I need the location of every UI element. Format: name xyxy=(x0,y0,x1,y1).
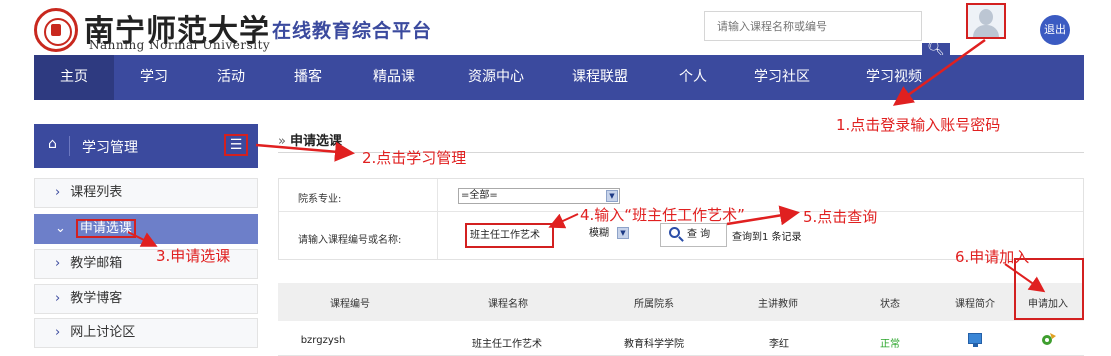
nav-item-resources[interactable]: 资源中心 xyxy=(446,55,546,100)
sidebar-title[interactable]: 学习管理 xyxy=(82,137,138,157)
sidebar-header: ⌂ 学习管理 ☰ xyxy=(34,124,258,168)
nav-item-home[interactable]: 主页 xyxy=(34,55,114,100)
sidebar-item-label: 课程列表 xyxy=(70,185,123,200)
chevron-right-icon: › xyxy=(55,256,61,271)
annotation-step4: 4.输入“班主任工作艺术” xyxy=(580,206,745,224)
annotation-step1: 1.点击登录输入账号密码 xyxy=(836,116,1001,134)
column-header: 课程编号 xyxy=(330,299,370,310)
menu-list-icon[interactable]: ☰ xyxy=(224,134,248,156)
university-name-en: Nanning Normal University xyxy=(89,38,271,52)
sidebar-item-forum[interactable]: › 网上讨论区 xyxy=(34,318,258,348)
join-course-icon[interactable] xyxy=(1041,331,1057,347)
course-search-box xyxy=(704,11,922,41)
dept-label: 院系专业: xyxy=(298,194,342,205)
chevron-down-icon: ⌄ xyxy=(55,221,66,236)
avatar-body-shape xyxy=(973,25,999,37)
dept-select-value: =全部= xyxy=(461,190,498,201)
platform-name: 在线教育综合平台 xyxy=(272,20,433,42)
query-button[interactable]: 查 询 xyxy=(660,223,727,247)
sidebar-header-divider xyxy=(69,136,70,156)
nav-item-podcast[interactable]: 播客 xyxy=(270,55,346,100)
column-header: 主讲教师 xyxy=(758,299,798,310)
query-result-count: 查询到1 条记录 xyxy=(732,232,802,243)
nav-item-study[interactable]: 学习 xyxy=(116,55,192,100)
nav-item-activity[interactable]: 活动 xyxy=(194,55,268,100)
course-table: 课程编号 课程名称 所属院系 主讲教师 状态 课程简介 申请加入 bzrgzys… xyxy=(278,283,1084,356)
double-chevron-icon: » xyxy=(278,134,286,149)
page-header: 南宁师范大学 Nanning Normal University 在线教育综合平… xyxy=(0,0,1111,56)
chevron-right-icon: › xyxy=(55,185,61,200)
nav-item-alliance[interactable]: 课程联盟 xyxy=(550,55,650,100)
nav-item-videos[interactable]: 学习视频 xyxy=(844,55,944,100)
table-row: bzrgzysh 班主任工作艺术 教育科学学院 李红 正常 xyxy=(278,321,1084,356)
table-header: 课程编号 课程名称 所属院系 主讲教师 状态 课程简介 申请加入 xyxy=(278,283,1084,321)
user-avatar-login[interactable] xyxy=(966,3,1006,39)
form-column-divider xyxy=(437,179,438,259)
chevron-right-icon: › xyxy=(55,325,61,340)
avatar-head-shape xyxy=(979,9,993,25)
chevron-down-icon: ▼ xyxy=(617,227,629,239)
main-nav: 主页 学习 活动 播客 精品课 资源中心 课程联盟 个人 学习社区 学习视频 xyxy=(34,55,1084,100)
sidebar-item-label: 教学邮箱 xyxy=(70,256,123,271)
sidebar-item-blog[interactable]: › 教学博客 xyxy=(34,284,258,314)
annotation-step2: 2.点击学习管理 xyxy=(362,149,467,167)
match-mode-select[interactable]: 模糊 ▼ xyxy=(589,227,629,242)
column-header: 所属院系 xyxy=(634,299,674,310)
keyword-input[interactable]: 班主任工作艺术 xyxy=(465,223,554,248)
keyword-label: 请输入课程编号或名称: xyxy=(298,235,402,246)
sidebar-item-label: 申请选课 xyxy=(75,219,136,238)
course-code-cell: bzrgzysh xyxy=(300,335,346,346)
breadcrumb: » 申请选课 xyxy=(278,130,342,149)
nav-item-featured[interactable]: 精品课 xyxy=(350,55,438,100)
logout-button[interactable]: 退出 xyxy=(1040,15,1070,45)
annotation-step3: 3.申请选课 xyxy=(156,247,231,265)
search-button[interactable]: 🔍︎ xyxy=(922,42,950,56)
university-seal-icon xyxy=(34,8,78,52)
page-title: 申请选课 xyxy=(289,134,342,149)
course-name-cell[interactable]: 班主任工作艺术 xyxy=(472,335,542,350)
course-teacher-cell: 李红 xyxy=(769,339,789,350)
column-header: 课程名称 xyxy=(488,299,528,310)
sidebar-item-label: 网上讨论区 xyxy=(70,325,136,340)
annotation-step5: 5.点击查询 xyxy=(803,208,878,226)
dept-select[interactable]: =全部= ▼ xyxy=(458,188,620,204)
course-dept-cell: 教育科学学院 xyxy=(624,339,684,350)
nav-item-personal[interactable]: 个人 xyxy=(658,55,728,100)
sidebar-item-apply-course[interactable]: ⌄ 申请选课 xyxy=(34,214,258,244)
chevron-right-icon: › xyxy=(55,291,61,306)
column-header: 课程简介 xyxy=(955,299,995,310)
search-icon xyxy=(669,227,680,238)
query-button-label: 查 询 xyxy=(687,229,711,240)
nav-item-community[interactable]: 学习社区 xyxy=(730,55,834,100)
sidebar-item-label: 教学博客 xyxy=(70,291,123,306)
course-search-input[interactable] xyxy=(705,12,921,40)
join-column-highlight xyxy=(1014,258,1084,320)
annotation-step6: 6.申请加入 xyxy=(955,248,1030,266)
match-mode-value: 模糊 xyxy=(589,228,609,239)
chevron-down-icon: ▼ xyxy=(606,190,618,202)
monitor-icon[interactable] xyxy=(968,333,982,347)
sidebar-item-course-list[interactable]: › 课程列表 xyxy=(34,178,258,208)
column-header: 状态 xyxy=(880,299,900,310)
course-status-cell: 正常 xyxy=(880,339,900,350)
home-icon[interactable]: ⌂ xyxy=(48,136,57,152)
